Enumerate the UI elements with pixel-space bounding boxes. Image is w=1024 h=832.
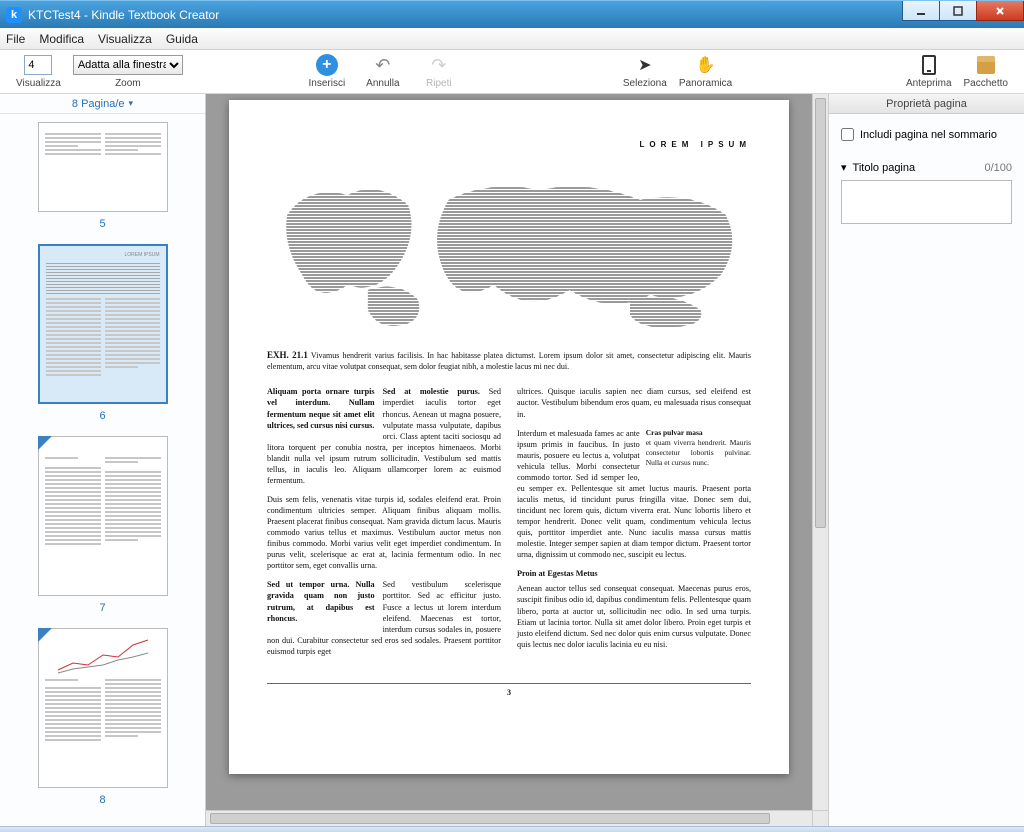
device-icon[interactable]	[922, 55, 936, 75]
page-title-input[interactable]	[841, 180, 1012, 224]
preview-label: Anteprima	[906, 78, 952, 89]
menu-help[interactable]: Guida	[166, 32, 198, 46]
menu-bar: File Modifica Visualizza Guida	[0, 28, 1024, 50]
cursor-icon[interactable]: ➤	[638, 55, 651, 75]
page-6: LOREM IPSUM EXH. 21.1 Vivamus hendrerit …	[229, 100, 789, 774]
thumbnail-header[interactable]: 8 Pagina/e	[0, 94, 205, 114]
include-in-toc-checkbox[interactable]	[841, 128, 854, 141]
package-group: Pacchetto	[964, 54, 1008, 89]
thumbnail-scroll[interactable]: 5 LOREM IPSUM 6	[0, 114, 205, 826]
zoom-label: Zoom	[115, 78, 141, 89]
window-close-button[interactable]	[976, 1, 1024, 21]
zoom-value-input[interactable]	[24, 55, 52, 75]
exhibit-caption: EXH. 21.1 Vivamus hendrerit varius facil…	[267, 349, 751, 373]
page-title-counter: 0/100	[984, 162, 1012, 174]
status-bar	[0, 826, 1024, 832]
package-icon[interactable]	[977, 56, 995, 74]
window-titlebar: k KTCTest4 - Kindle Textbook Creator	[0, 0, 1024, 28]
page-number: 3	[267, 683, 751, 699]
window-maximize-button[interactable]	[939, 1, 977, 21]
document-canvas[interactable]: LOREM IPSUM EXH. 21.1 Vivamus hendrerit …	[206, 94, 812, 810]
insert-label: Inserisci	[309, 78, 346, 89]
thumbnail-7[interactable]: 7	[0, 436, 205, 614]
thumbnail-8[interactable]: 8	[0, 628, 205, 806]
vertical-scrollbar[interactable]	[812, 94, 828, 810]
view-label: Visualizza	[16, 78, 61, 89]
world-map-figure	[267, 175, 751, 335]
properties-panel: Proprietà pagina Includi pagina nel somm…	[828, 94, 1024, 826]
plus-icon[interactable]: +	[316, 54, 338, 76]
preview-group: Anteprima	[906, 54, 952, 89]
zoom-group: Adatta alla finestra Zoom	[73, 54, 183, 89]
select-group: ➤ Seleziona	[623, 54, 667, 89]
properties-header: Proprietà pagina	[829, 94, 1024, 114]
app-icon: k	[6, 7, 22, 23]
pan-group: ✋ Panoramica	[679, 54, 732, 89]
redo-group: ↷ Ripeti	[417, 54, 461, 89]
thumbnail-5[interactable]: 5	[0, 122, 205, 230]
zoom-fit-select[interactable]: Adatta alla finestra	[73, 55, 183, 75]
toolbar: Visualizza Adatta alla finestra Zoom + I…	[0, 50, 1024, 94]
menu-edit[interactable]: Modifica	[39, 32, 84, 46]
window-title: KTCTest4 - Kindle Textbook Creator	[28, 8, 903, 22]
column-right: ultrices. Quisque iaculis sapien nec dia…	[517, 386, 751, 664]
thumb-num-7: 7	[99, 602, 105, 614]
redo-label: Ripeti	[426, 78, 452, 89]
main-area: 8 Pagina/e 5 LOREM IPSUM	[0, 94, 1024, 826]
thumbnail-6[interactable]: LOREM IPSUM 6	[0, 244, 205, 422]
view-group: Visualizza	[16, 54, 61, 89]
thumb-num-5: 5	[99, 218, 105, 230]
dogear-icon	[38, 436, 52, 450]
menu-file[interactable]: File	[6, 32, 25, 46]
pan-label: Panoramica	[679, 78, 732, 89]
horizontal-scrollbar[interactable]	[206, 810, 812, 826]
thumb-num-6: 6	[99, 410, 105, 422]
document-view: LOREM IPSUM EXH. 21.1 Vivamus hendrerit …	[206, 94, 828, 826]
package-label: Pacchetto	[964, 78, 1008, 89]
page-title-label: Titolo pagina	[853, 162, 916, 174]
scroll-corner	[812, 810, 828, 826]
hand-icon[interactable]: ✋	[696, 55, 716, 75]
running-head: LOREM IPSUM	[267, 140, 751, 151]
disclosure-triangle-icon[interactable]: ▾	[841, 161, 847, 174]
menu-view[interactable]: Visualizza	[98, 32, 152, 46]
include-in-toc-label: Includi pagina nel sommario	[860, 129, 997, 141]
select-label: Seleziona	[623, 78, 667, 89]
undo-label: Annulla	[366, 78, 399, 89]
thumb-num-8: 8	[99, 794, 105, 806]
redo-icon[interactable]: ↷	[431, 55, 446, 76]
undo-icon[interactable]: ↶	[375, 55, 390, 76]
insert-group: + Inserisci	[305, 54, 349, 89]
undo-group: ↶ Annulla	[361, 54, 405, 89]
window-minimize-button[interactable]	[902, 1, 940, 21]
column-left: Aliquam porta ornare turpis vel interdum…	[267, 386, 501, 664]
thumbnail-panel: 8 Pagina/e 5 LOREM IPSUM	[0, 94, 206, 826]
